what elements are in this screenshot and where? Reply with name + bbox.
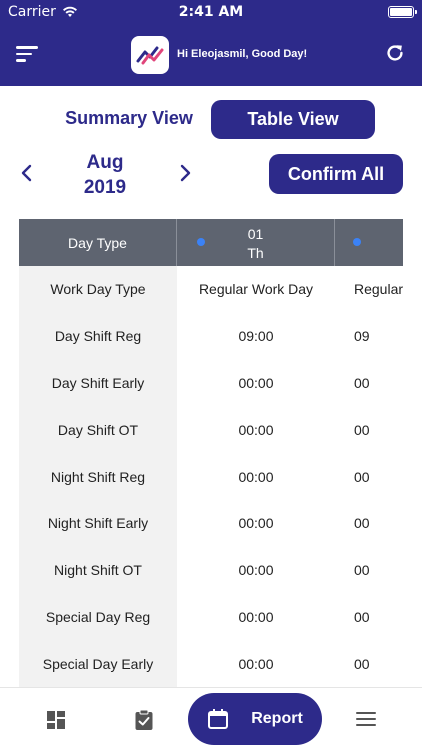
refresh-icon[interactable] bbox=[384, 42, 406, 64]
day-column-header[interactable]: 01 Th bbox=[177, 219, 335, 266]
row-label: Night Shift Reg bbox=[19, 453, 177, 500]
row-value-next[interactable]: 00 bbox=[354, 547, 403, 594]
report-tab[interactable]: Report bbox=[188, 693, 322, 745]
row-label: Night Shift OT bbox=[19, 546, 177, 594]
table-row: Special Day Reg 00:00 00 bbox=[19, 593, 403, 641]
row-value[interactable]: 09:00 bbox=[177, 313, 335, 360]
dashboard-icon[interactable] bbox=[46, 710, 66, 730]
greeting-text: Hi Eleojasmil, Good Day! bbox=[177, 48, 308, 60]
row-label: Day Shift OT bbox=[19, 406, 177, 454]
table-body: Work Day Type Regular Work Day Regular D… bbox=[19, 266, 403, 687]
row-value-next[interactable]: 09 bbox=[354, 313, 403, 360]
row-value[interactable]: 00:00 bbox=[177, 453, 335, 500]
row-value-next[interactable]: 00 bbox=[354, 406, 403, 453]
menu-line bbox=[16, 59, 26, 62]
row-value[interactable]: Regular Work Day bbox=[177, 266, 335, 313]
table-row: Night Shift OT 00:00 00 bbox=[19, 546, 403, 594]
report-tab-label: Report bbox=[251, 710, 303, 727]
timesheet-table: Day Type 01 Th Work Day Type Regular Wor… bbox=[19, 219, 403, 687]
row-value[interactable]: 00:00 bbox=[177, 547, 335, 594]
day-number: 01 bbox=[247, 226, 264, 242]
row-label: Special Day Reg bbox=[19, 593, 177, 641]
year-label: 2019 bbox=[83, 177, 127, 198]
row-label: Work Day Type bbox=[19, 266, 177, 313]
menu-line bbox=[356, 724, 376, 726]
row-value-next[interactable]: Regular bbox=[354, 266, 403, 313]
day-name: Th bbox=[247, 245, 264, 261]
header-day-type: Day Type bbox=[19, 219, 177, 266]
app-logo bbox=[131, 36, 169, 74]
table-row: Day Shift Reg 09:00 09 bbox=[19, 312, 403, 360]
table-row: Work Day Type Regular Work Day Regular bbox=[19, 266, 403, 313]
confirm-all-button[interactable]: Confirm All bbox=[269, 154, 403, 194]
table-row: Day Shift OT 00:00 00 bbox=[19, 406, 403, 454]
row-value-next[interactable]: 00 bbox=[354, 453, 403, 500]
top-bar: Carrier 2:41 AM Hi Eleojasmil, Good Day! bbox=[0, 0, 422, 86]
row-value-next[interactable]: 00 bbox=[354, 500, 403, 547]
status-dot bbox=[353, 238, 361, 246]
summary-view-tab[interactable]: Summary View bbox=[60, 108, 198, 134]
hamburger-menu-button[interactable] bbox=[16, 46, 38, 64]
table-row: Special Day Early 00:00 00 bbox=[19, 640, 403, 687]
row-value-next[interactable]: 00 bbox=[354, 640, 403, 687]
menu-line bbox=[356, 712, 376, 714]
row-label: Day Shift Early bbox=[19, 359, 177, 407]
logo-icon bbox=[136, 46, 164, 65]
calendar-icon bbox=[208, 709, 229, 729]
month-label: Aug bbox=[86, 152, 124, 173]
status-time: 2:41 AM bbox=[178, 4, 244, 20]
table-view-tab[interactable]: Table View bbox=[211, 100, 375, 139]
row-value[interactable]: 00:00 bbox=[177, 406, 335, 453]
menu-line bbox=[16, 52, 32, 55]
row-label: Special Day Early bbox=[19, 640, 177, 687]
row-value[interactable]: 00:00 bbox=[177, 500, 335, 547]
chevron-left-icon[interactable] bbox=[18, 162, 36, 184]
table-row: Night Shift Reg 00:00 00 bbox=[19, 453, 403, 500]
menu-icon[interactable] bbox=[356, 712, 376, 728]
row-label: Night Shift Early bbox=[19, 499, 177, 547]
chevron-right-icon[interactable] bbox=[176, 162, 194, 184]
row-value[interactable]: 00:00 bbox=[177, 360, 335, 407]
clipboard-check-icon[interactable] bbox=[134, 709, 154, 731]
menu-line bbox=[356, 718, 376, 720]
row-value-next[interactable]: 00 bbox=[354, 360, 403, 407]
table-header: Day Type 01 Th bbox=[19, 219, 403, 266]
row-value[interactable]: 00:00 bbox=[177, 640, 335, 687]
bottom-tab-bar: Report bbox=[0, 687, 422, 750]
menu-line bbox=[16, 46, 38, 49]
day-column-header[interactable] bbox=[335, 219, 403, 266]
row-value-next[interactable]: 00 bbox=[354, 594, 403, 641]
table-row: Day Shift Early 00:00 00 bbox=[19, 359, 403, 407]
app-header: Hi Eleojasmil, Good Day! bbox=[0, 30, 422, 80]
row-label: Day Shift Reg bbox=[19, 312, 177, 360]
row-value[interactable]: 00:00 bbox=[177, 594, 335, 641]
battery-icon bbox=[388, 6, 417, 18]
status-bar: Carrier 2:41 AM bbox=[0, 0, 422, 24]
table-row: Night Shift Early 00:00 00 bbox=[19, 499, 403, 547]
